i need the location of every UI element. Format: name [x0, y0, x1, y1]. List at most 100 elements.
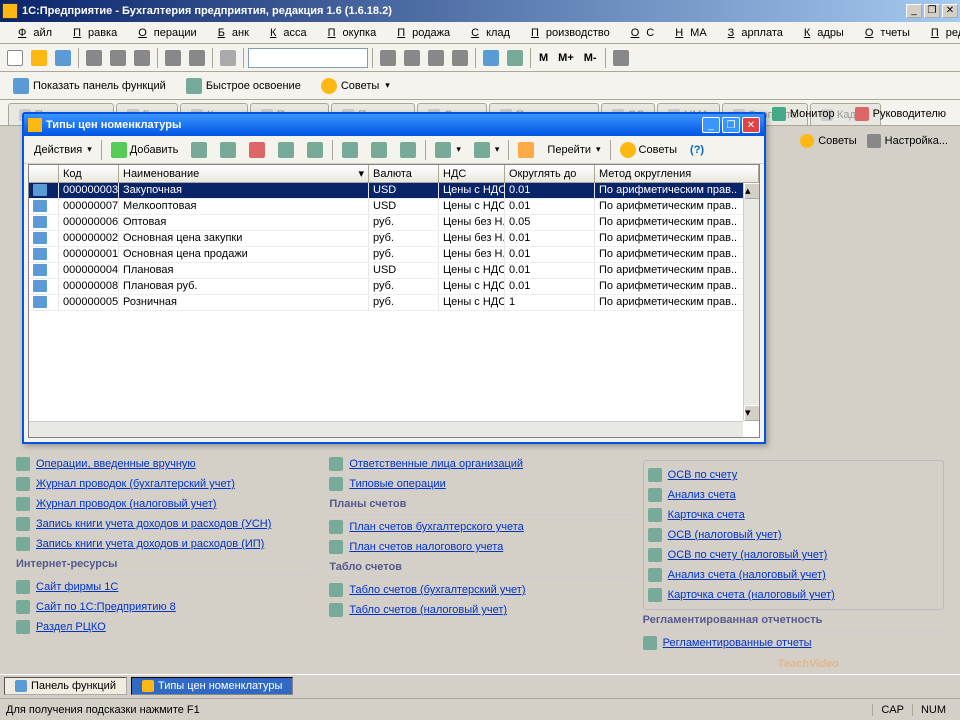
find-button[interactable] — [217, 47, 239, 69]
link[interactable]: ОСВ (налоговый учет) — [668, 529, 782, 541]
toolbar-combo[interactable] — [248, 48, 368, 68]
go-button[interactable]: Перейти — [541, 139, 606, 161]
tb-refresh-button[interactable] — [301, 139, 329, 161]
menu-item[interactable]: Касса — [256, 24, 314, 42]
link[interactable]: Операции, введенные вручную — [36, 458, 196, 470]
link[interactable]: Запись книги учета доходов и расходов (И… — [36, 538, 264, 550]
tb-btn-4[interactable] — [449, 47, 471, 69]
paste-button[interactable] — [131, 47, 153, 69]
menu-item[interactable]: Зарплата — [714, 24, 790, 42]
close-button[interactable]: ✕ — [942, 4, 958, 18]
m-plus-button[interactable]: M+ — [554, 47, 578, 69]
menu-item[interactable]: Склад — [457, 24, 517, 42]
tb-copy-button[interactable] — [214, 139, 242, 161]
horizontal-scrollbar[interactable] — [29, 421, 743, 437]
menu-item[interactable]: Кадры — [790, 24, 851, 42]
table-row[interactable]: 000000007МелкооптоваяUSDЦены с НДС0.01По… — [29, 199, 759, 215]
open-button[interactable] — [28, 47, 50, 69]
modal-minimize-button[interactable]: _ — [702, 117, 720, 133]
table-row[interactable]: 000000001Основная цена продажируб.Цены б… — [29, 247, 759, 263]
link[interactable]: Типовые операции — [349, 478, 445, 490]
tools-button[interactable] — [610, 47, 632, 69]
column-header[interactable] — [29, 165, 59, 182]
link[interactable]: Карточка счета — [668, 509, 745, 521]
task-price-types[interactable]: Типы цен номенклатуры — [131, 677, 293, 695]
actions-button[interactable]: Действия — [28, 139, 98, 161]
link[interactable]: Раздел РЦКО — [36, 621, 106, 633]
link[interactable]: Ответственные лица организаций — [349, 458, 523, 470]
tb-edit-button[interactable] — [185, 139, 213, 161]
link[interactable]: Журнал проводок (налоговый учет) — [36, 498, 216, 510]
menu-item[interactable]: Правка — [59, 24, 124, 42]
menu-item[interactable]: Предприятие — [917, 24, 960, 42]
modal-help-button[interactable]: (?) — [684, 139, 710, 161]
restore-button[interactable]: ❐ — [924, 4, 940, 18]
undo-button[interactable] — [162, 47, 184, 69]
table-row[interactable]: 000000004ПлановаяUSDЦены с НДС0.01По ари… — [29, 263, 759, 279]
menu-item[interactable]: Операции — [124, 24, 203, 42]
table-row[interactable]: 000000008Плановая руб.руб.Цены с НДС0.01… — [29, 279, 759, 295]
menu-item[interactable]: Продажа — [383, 24, 457, 42]
tb-filter-button[interactable] — [365, 139, 393, 161]
cut-button[interactable] — [83, 47, 105, 69]
column-header[interactable]: Метод округления — [595, 165, 759, 182]
link[interactable]: Запись книги учета доходов и расходов (У… — [36, 518, 271, 530]
task-panel-functions[interactable]: Панель функций — [4, 677, 127, 695]
tb-help-icon[interactable] — [512, 139, 540, 161]
table-row[interactable]: 000000002Основная цена закупкируб.Цены б… — [29, 231, 759, 247]
tab-monitor[interactable]: Монитор — [764, 103, 843, 125]
link[interactable]: Анализ счета (налоговый учет) — [668, 569, 826, 581]
calendar-button[interactable] — [480, 47, 502, 69]
tb-btn-1[interactable] — [377, 47, 399, 69]
link[interactable]: ОСВ по счету (налоговый учет) — [668, 549, 828, 561]
save-button[interactable] — [52, 47, 74, 69]
advice-button[interactable]: Советы — [314, 75, 397, 97]
minimize-button[interactable]: _ — [906, 4, 922, 18]
tb-sort-button[interactable] — [336, 139, 364, 161]
link[interactable]: ОСВ по счету — [668, 469, 738, 481]
column-header[interactable]: НДС — [439, 165, 505, 182]
menu-item[interactable]: Отчеты — [851, 24, 917, 42]
scroll-down-button[interactable]: ▾ — [744, 405, 760, 421]
menu-item[interactable]: Банк — [204, 24, 256, 42]
tb-btn-2[interactable] — [401, 47, 423, 69]
tab-manager[interactable]: Руководителю — [847, 103, 954, 125]
modal-advice-button[interactable]: Советы — [614, 139, 683, 161]
tb-mark-button[interactable] — [272, 139, 300, 161]
scroll-up-button[interactable]: ▴ — [744, 183, 760, 199]
quick-learn-button[interactable]: Быстрое освоение — [179, 75, 308, 97]
column-header[interactable]: Код — [59, 165, 119, 182]
menu-item[interactable]: Производство — [517, 24, 617, 42]
menu-item[interactable]: НМА — [661, 24, 713, 42]
column-header[interactable]: Наименование▾ — [119, 165, 369, 182]
menu-item[interactable]: Файл — [4, 24, 59, 42]
m-button[interactable]: M — [535, 47, 552, 69]
column-header[interactable]: Округлять до — [505, 165, 595, 182]
calc-button[interactable] — [504, 47, 526, 69]
show-panel-button[interactable]: Показать панель функций — [6, 75, 173, 97]
tb-print-button[interactable] — [468, 139, 506, 161]
copy-button[interactable] — [107, 47, 129, 69]
vertical-scrollbar[interactable]: ▴ ▾ — [743, 183, 759, 421]
new-button[interactable] — [4, 47, 26, 69]
menu-item[interactable]: ОС — [617, 24, 662, 42]
modal-maximize-button[interactable]: ❐ — [722, 117, 740, 133]
m-minus-button[interactable]: M- — [580, 47, 601, 69]
link[interactable]: План счетов налогового учета — [349, 541, 503, 553]
link[interactable]: Сайт по 1С:Предприятию 8 — [36, 601, 176, 613]
redo-button[interactable] — [186, 47, 208, 69]
tb-btn-3[interactable] — [425, 47, 447, 69]
modal-close-button[interactable]: ✕ — [742, 117, 760, 133]
column-header[interactable]: Валюта — [369, 165, 439, 182]
table-row[interactable]: 000000005Розничнаяруб.Цены с НДС1По ариф… — [29, 295, 759, 311]
tb-filter2-button[interactable] — [394, 139, 422, 161]
tb-delete-button[interactable] — [243, 139, 271, 161]
tb-view-button[interactable] — [429, 139, 467, 161]
link[interactable]: Карточка счета (налоговый учет) — [668, 589, 835, 601]
link[interactable]: Журнал проводок (бухгалтерский учет) — [36, 478, 235, 490]
link[interactable]: Сайт фирмы 1С — [36, 581, 118, 593]
link[interactable]: Табло счетов (налоговый учет) — [349, 604, 507, 616]
table-row[interactable]: 000000006Оптоваяруб.Цены без Н..0.05По а… — [29, 215, 759, 231]
panel-advice-button[interactable]: Советы — [800, 134, 856, 148]
link[interactable]: Анализ счета — [668, 489, 736, 501]
